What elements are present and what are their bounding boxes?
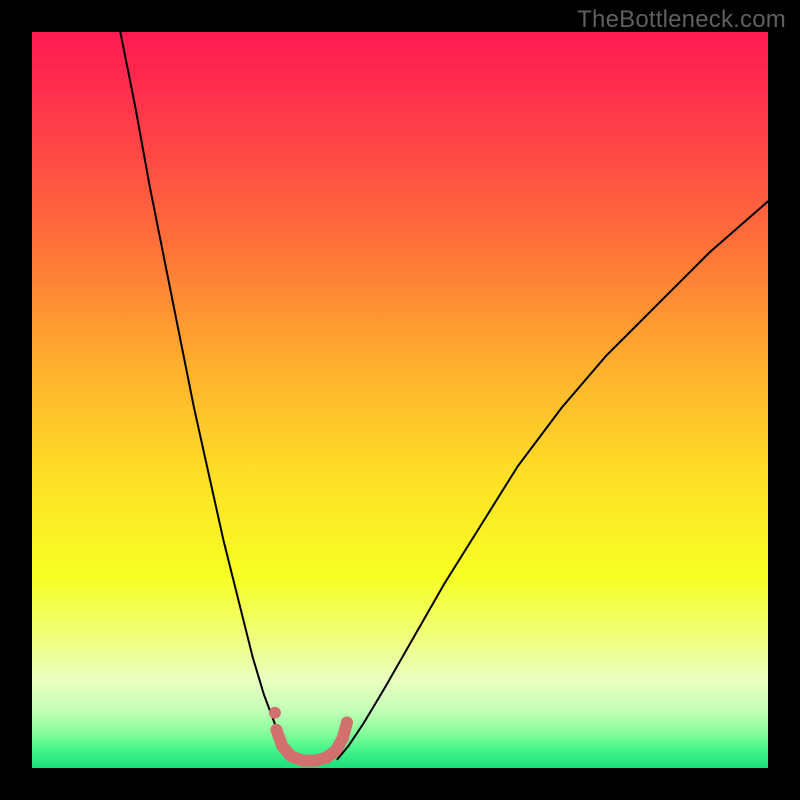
series-left-branch [120,32,288,759]
series-bottom-blob-outline [276,722,347,760]
curve-layer [32,32,768,768]
series-right-branch [337,201,768,759]
plot-area [32,32,768,768]
series-bottom-blob-dot [269,707,281,719]
chart-frame: TheBottleneck.com [0,0,800,800]
watermark-text: TheBottleneck.com [577,6,786,34]
